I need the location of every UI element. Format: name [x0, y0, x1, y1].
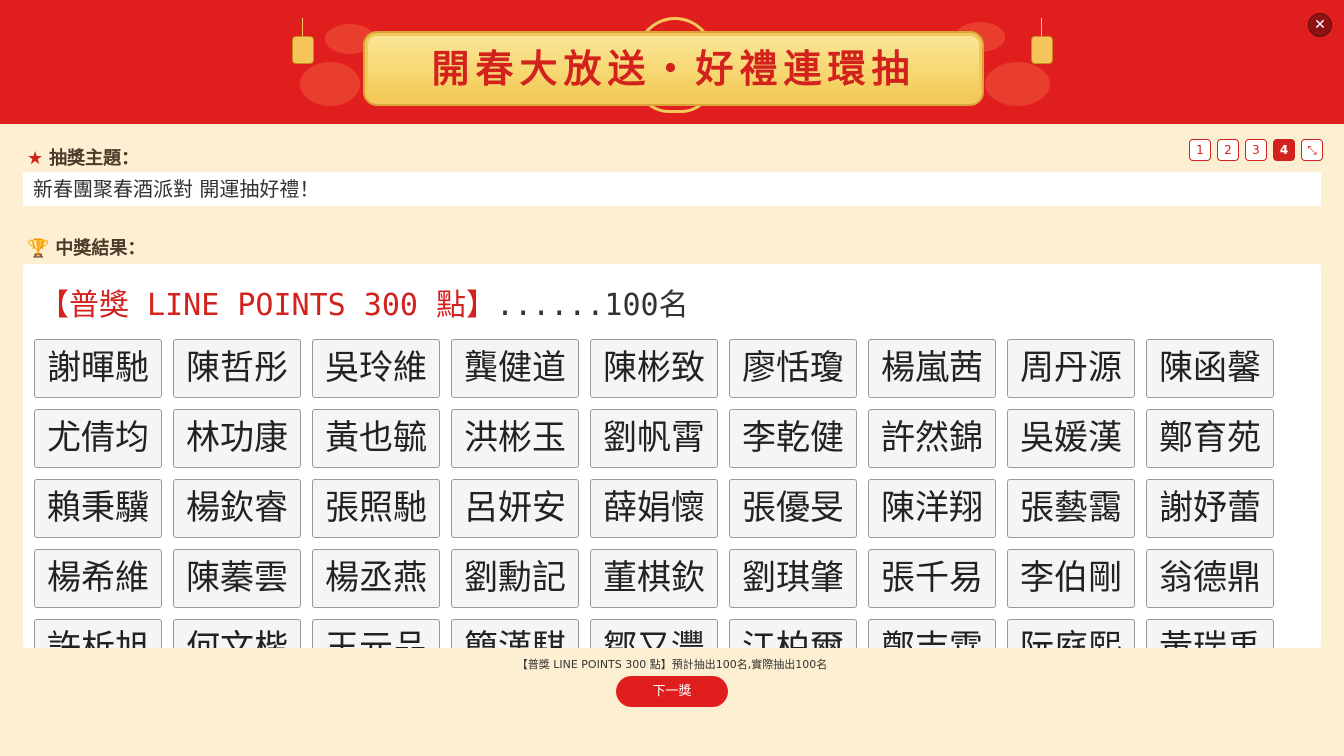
collapse-icon[interactable]: ⤡: [1301, 139, 1323, 161]
winner-card: 楊丞燕: [312, 549, 440, 608]
page-button-2[interactable]: 2: [1217, 139, 1239, 161]
winner-card: 董棋欽: [590, 549, 718, 608]
theme-field: 新春團聚春酒派對 開運抽好禮！: [23, 172, 1321, 206]
prize-heading: 【普獎 LINE POINTS 300 點】......100名: [39, 280, 689, 324]
winner-card: 劉勳記: [451, 549, 579, 608]
theme-label: ★ 抽獎主題：: [27, 148, 140, 169]
lantern-icon: [292, 36, 314, 64]
winner-card: 謝妤蕾: [1146, 479, 1274, 538]
winner-card: 鄒又灃: [590, 619, 718, 648]
winner-card: 陳蓁雲: [173, 549, 301, 608]
winner-card: 吳媛漢: [1007, 409, 1135, 468]
winner-card: 鄭育苑: [1146, 409, 1274, 468]
winner-card: 楊嵐茜: [868, 339, 996, 398]
prize-count: ......100名: [496, 288, 689, 323]
winner-card: 謝暉馳: [34, 339, 162, 398]
winner-card: 鄭吉霖: [868, 619, 996, 648]
winner-card: 阮庭熙: [1007, 619, 1135, 648]
title-banner: 開春大放送・好禮連環抽: [363, 31, 984, 106]
winner-card: 李乾健: [729, 409, 857, 468]
header-banner: 開春大放送・好禮連環抽 ✕: [0, 0, 1344, 124]
winner-card: 何文楷: [173, 619, 301, 648]
next-prize-button[interactable]: 下一獎: [616, 676, 728, 707]
winner-card: 廖恬瓊: [729, 339, 857, 398]
prize-name: 【普獎 LINE POINTS 300 點】: [39, 288, 497, 323]
winner-card: 江柏爾: [729, 619, 857, 648]
winner-card: 翁德鼎: [1146, 549, 1274, 608]
winner-card: 張優旻: [729, 479, 857, 538]
winner-card: 楊希維: [34, 549, 162, 608]
lantern-icon: [1031, 36, 1053, 64]
winner-card: 陳函馨: [1146, 339, 1274, 398]
winner-card: 李伯剛: [1007, 549, 1135, 608]
winner-card: 林功康: [173, 409, 301, 468]
winner-card: 吳玲維: [312, 339, 440, 398]
winner-card: 簡漢騏: [451, 619, 579, 648]
page-button-1[interactable]: 1: [1189, 139, 1211, 161]
page-button-3[interactable]: 3: [1245, 139, 1267, 161]
winner-card: 陳哲彤: [173, 339, 301, 398]
winner-card: 賴秉驥: [34, 479, 162, 538]
winner-card: 呂妍安: [451, 479, 579, 538]
winner-card: 陳彬致: [590, 339, 718, 398]
winner-card: 薛娟懷: [590, 479, 718, 538]
winner-card: 楊欽睿: [173, 479, 301, 538]
winner-card: 王元品: [312, 619, 440, 648]
results-label: 🏆 中獎結果：: [27, 238, 146, 259]
cloud-decoration: [985, 62, 1050, 106]
winner-card: 黃也毓: [312, 409, 440, 468]
winner-card: 張藝靄: [1007, 479, 1135, 538]
draw-status: 【普獎 LINE POINTS 300 點】預計抽出100名,實際抽出100名: [516, 658, 828, 671]
close-button[interactable]: ✕: [1308, 13, 1332, 37]
winner-card: 張千易: [868, 549, 996, 608]
winner-card: 許析旭: [34, 619, 162, 648]
page-button-4[interactable]: 4: [1273, 139, 1295, 161]
results-panel[interactable]: 【普獎 LINE POINTS 300 點】......100名 謝暉馳 陳哲彤吳…: [23, 264, 1321, 648]
winner-card: 陳洋翔: [868, 479, 996, 538]
winner-card: 周丹源: [1007, 339, 1135, 398]
winner-card: 洪彬玉: [451, 409, 579, 468]
winner-card: 許然錦: [868, 409, 996, 468]
winner-card: 尤倩均: [34, 409, 162, 468]
banner-title: 開春大放送・好禮連環抽: [431, 46, 916, 91]
winner-card: 張照馳: [312, 479, 440, 538]
cloud-decoration: [300, 62, 360, 106]
star-icon: ★: [27, 148, 44, 169]
trophy-icon: 🏆: [27, 238, 50, 259]
winner-card: 黃瑞禹: [1146, 619, 1274, 648]
winner-card: 劉帆霄: [590, 409, 718, 468]
winner-card: 龔健道: [451, 339, 579, 398]
winner-card: 劉琪肇: [729, 549, 857, 608]
